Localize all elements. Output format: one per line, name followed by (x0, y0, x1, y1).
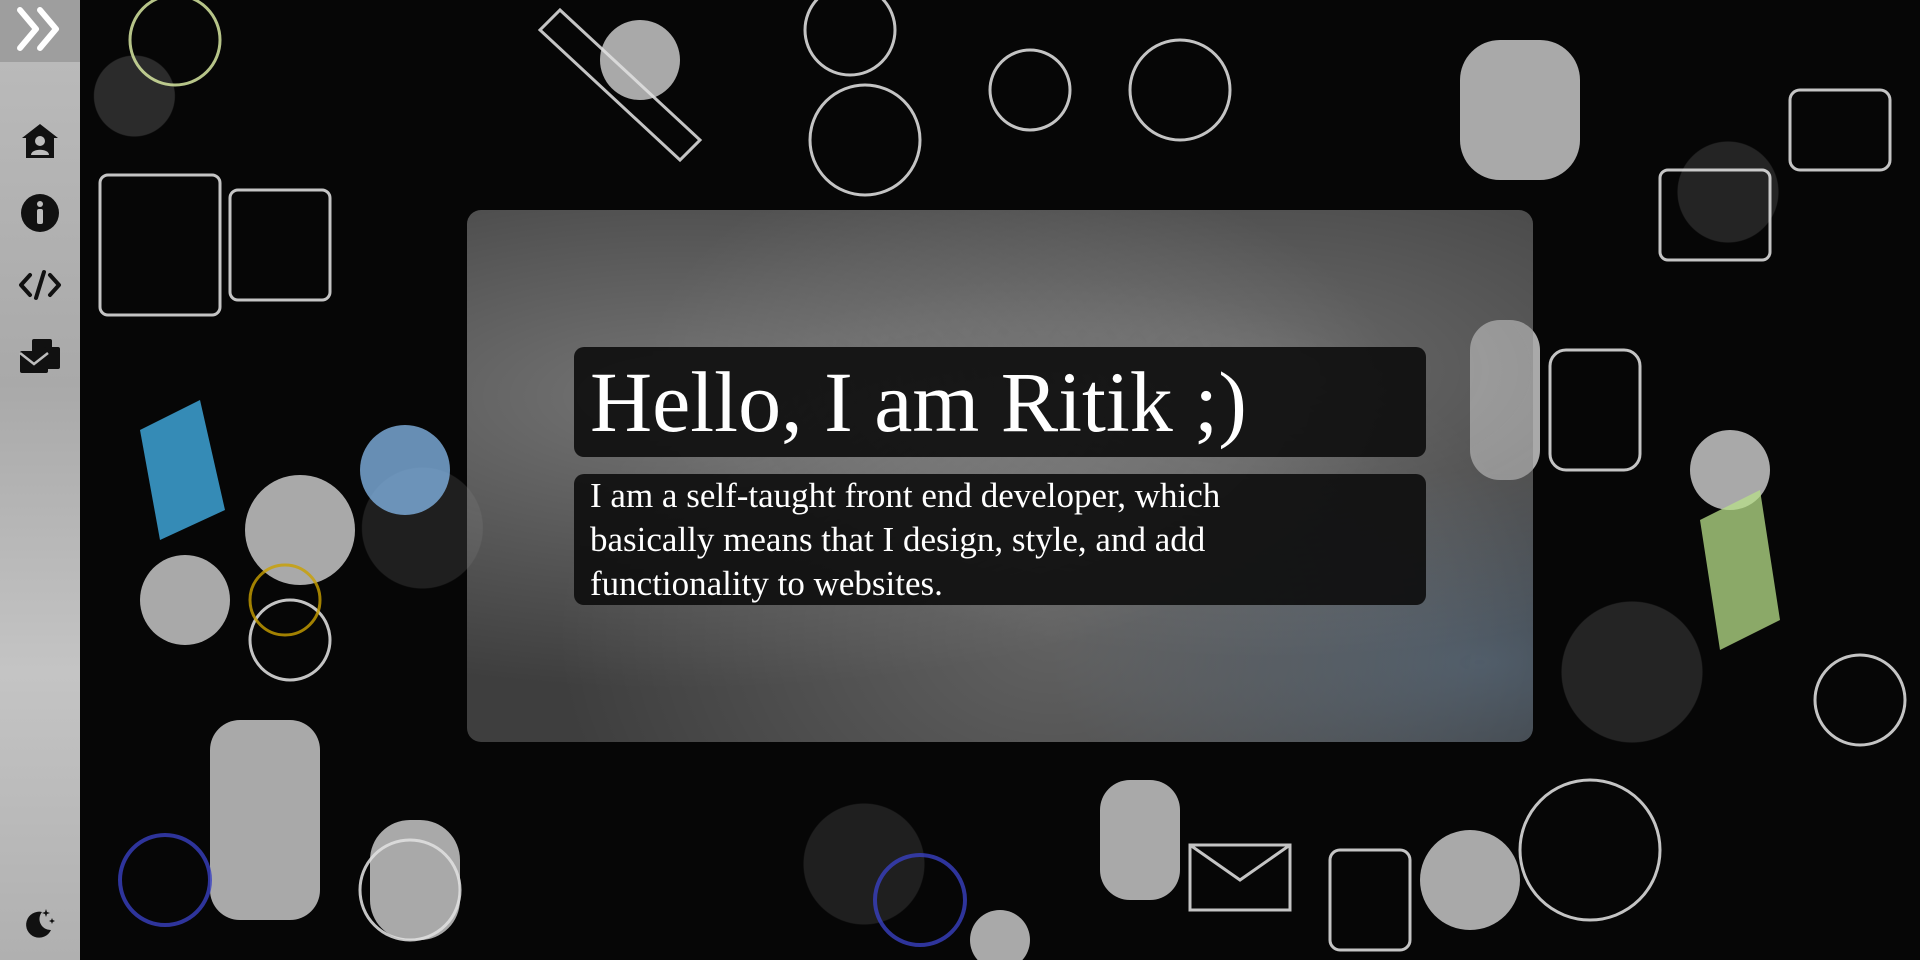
moon-stars-icon (20, 906, 56, 947)
sidebar-item-projects[interactable] (18, 266, 62, 308)
sidebar-item-about[interactable] (18, 193, 62, 238)
code-icon (18, 269, 62, 306)
double-chevron-right-icon (14, 4, 66, 59)
sidebar-toggle-button[interactable] (0, 0, 80, 62)
home-user-icon (20, 122, 60, 165)
intro-card: Hello, I am Ritik ;) I am a self-taught … (467, 210, 1533, 742)
mail-box-icon (18, 337, 62, 382)
hero-description: I am a self-taught front end developer, … (574, 474, 1426, 605)
page: Hello, I am Ritik ;) I am a self-taught … (0, 0, 1920, 960)
hero-title: Hello, I am Ritik ;) (574, 347, 1426, 457)
info-icon (20, 193, 60, 238)
sidebar-item-home[interactable] (18, 122, 62, 164)
sidebar (0, 0, 80, 960)
theme-toggle-button[interactable] (18, 906, 58, 946)
sidebar-item-contact[interactable] (18, 338, 62, 380)
sidebar-nav (18, 122, 62, 380)
